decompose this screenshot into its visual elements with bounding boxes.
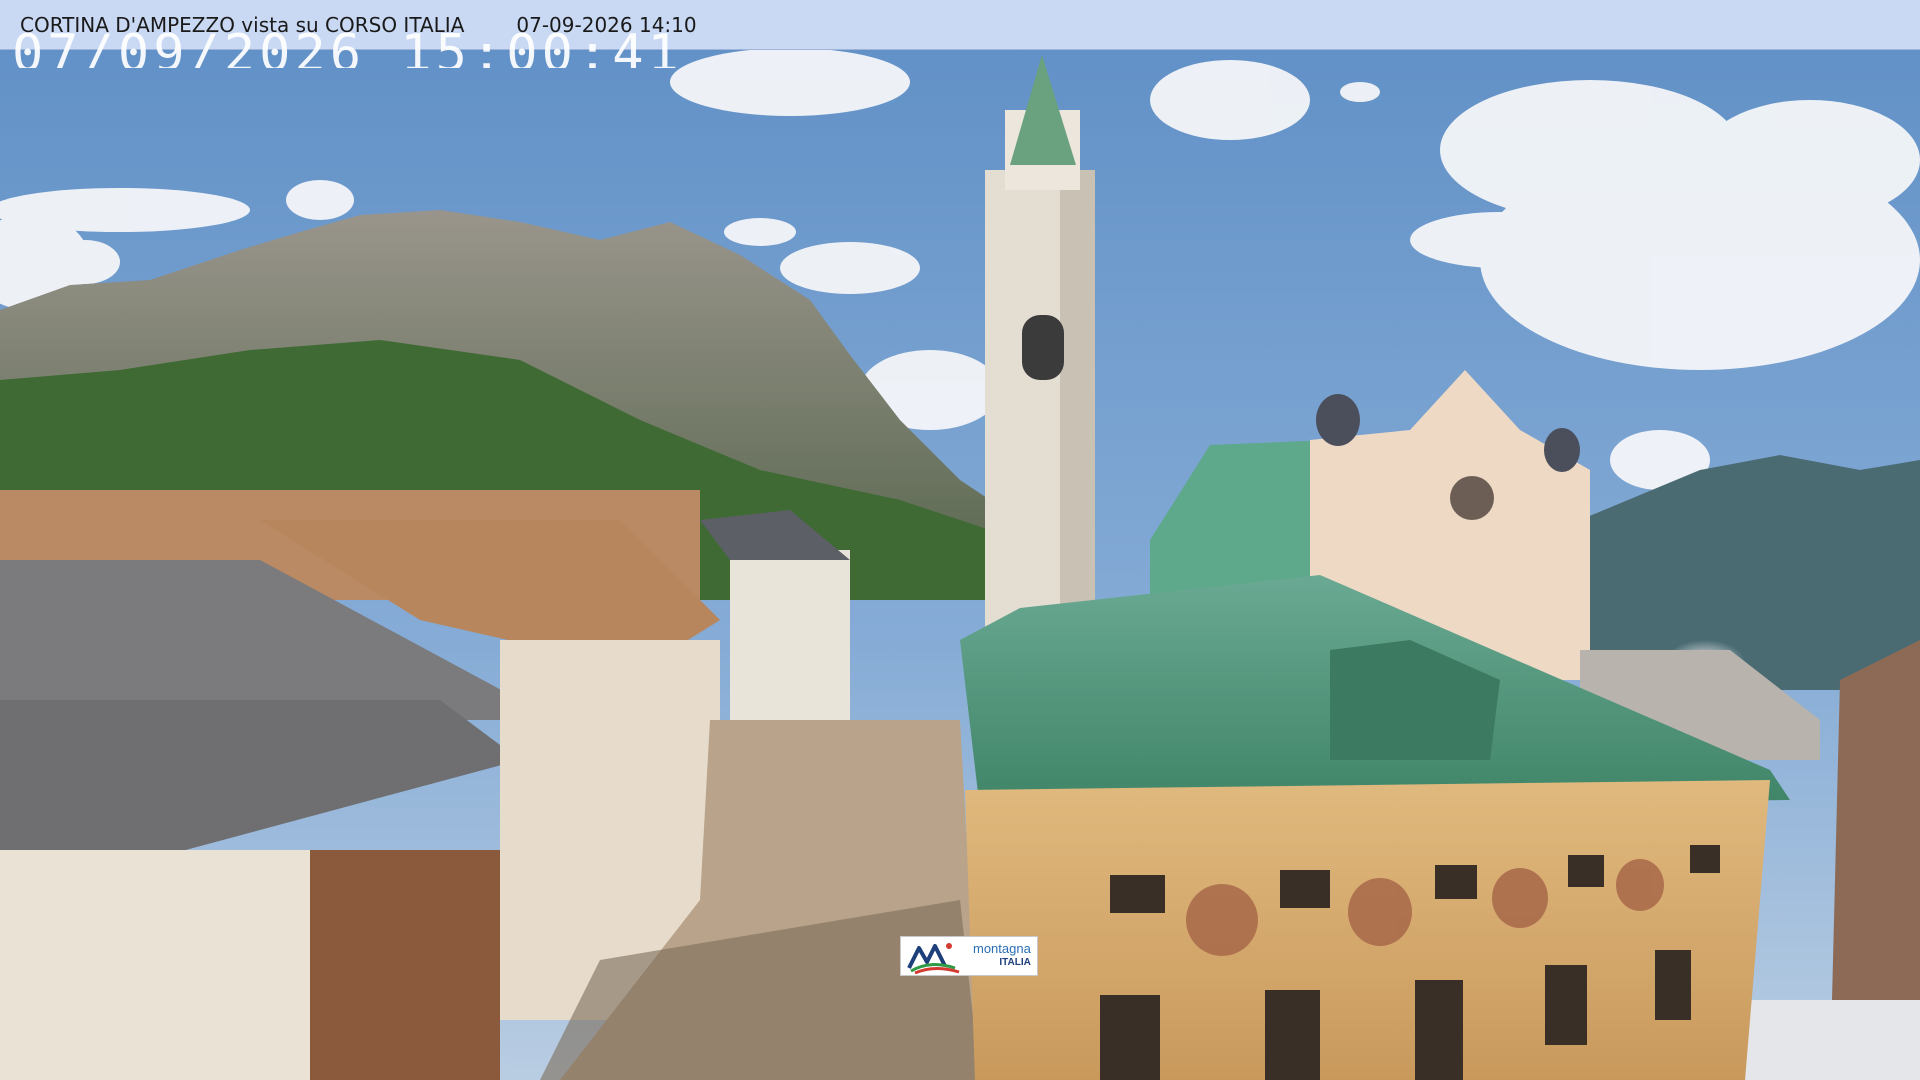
church-dome-left	[1316, 394, 1360, 446]
bell-opening	[1022, 315, 1064, 380]
camera-timestamp-overlay: 07/09/2026 15:00:41	[12, 28, 683, 68]
building-back-white	[730, 550, 850, 730]
montagna-italia-logo: montagna ITALIA	[900, 936, 1038, 976]
logo-line1: montagna	[973, 941, 1031, 956]
church-rose-window	[1450, 476, 1494, 520]
logo-mark-icon	[907, 943, 960, 974]
building-left-balcony	[310, 850, 500, 1080]
logo-line2: ITALIA	[999, 957, 1031, 968]
bell-tower-shade	[1060, 170, 1095, 640]
webcam-scene	[0, 0, 1920, 1080]
logo-text: montagna ITALIA	[973, 942, 1031, 970]
church-dome-right	[1544, 428, 1580, 472]
